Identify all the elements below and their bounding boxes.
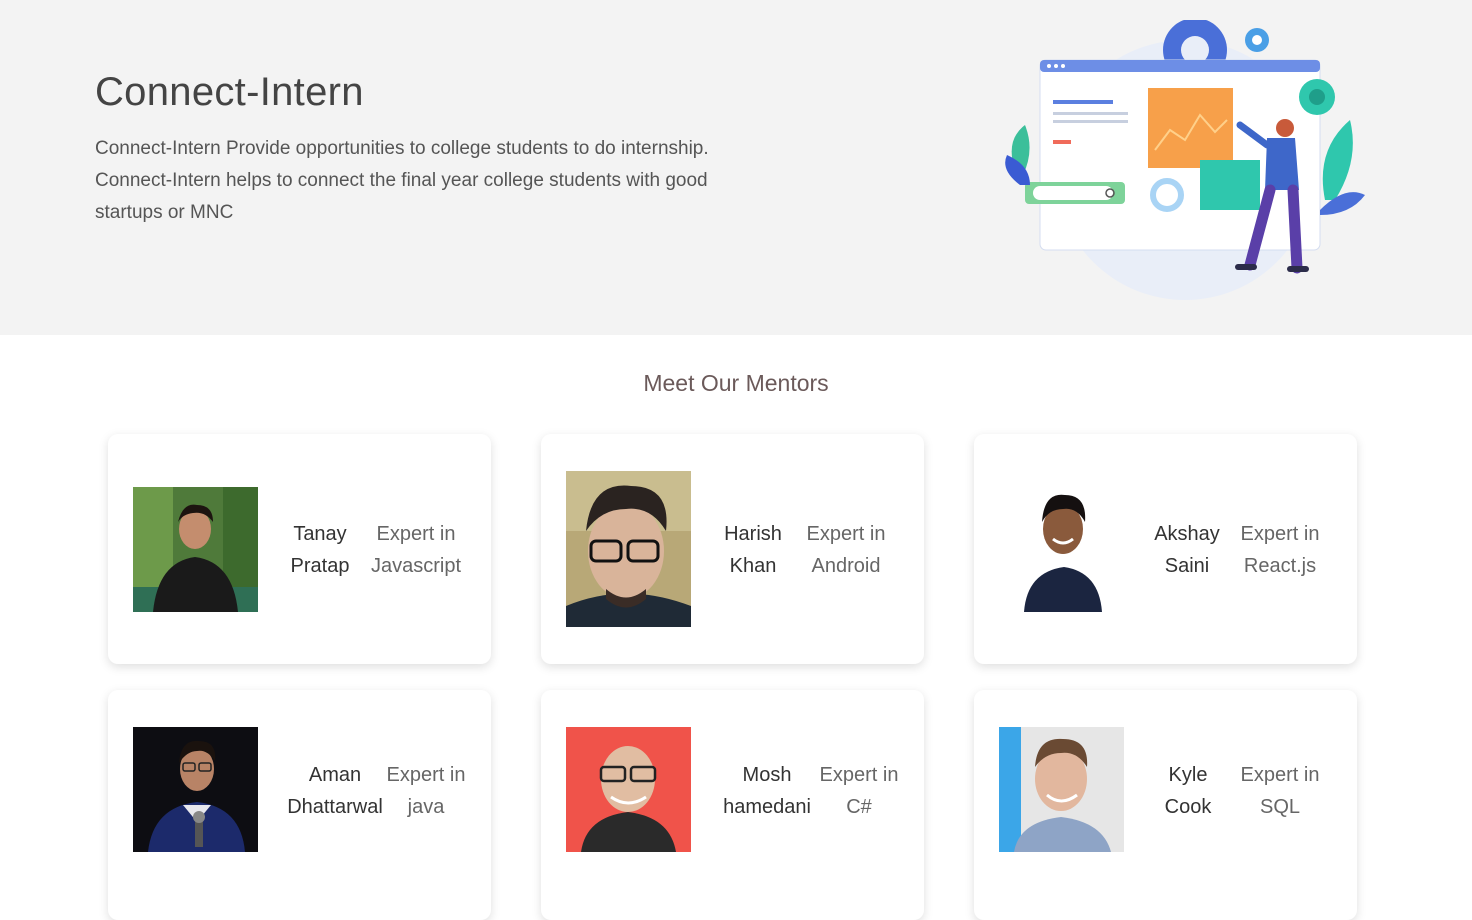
mentor-expertise-block: Expert in C# [804,759,914,823]
mentor-photo [566,727,691,852]
mentor-expertise-block: Expert in java [372,759,480,823]
hero-title: Connect-Intern [95,70,364,114]
mentor-expertise-block: Expert in React.js [1225,518,1335,582]
mentor-photo [133,727,258,852]
mentor-expertise-label: Expert in [819,764,899,786]
mentor-expertise-label: Expert in [386,764,466,786]
mentor-photo [566,471,691,627]
mentor-expertise: Android [811,555,881,577]
mentor-expertise: React.js [1243,555,1317,577]
mentor-photo [999,487,1124,612]
mentor-expertise-block: Expert in SQL [1225,759,1335,823]
mentor-card[interactable]: Kyle Cook Expert in SQL [974,690,1357,920]
mentor-expertise: C# [846,796,872,818]
mentors-section-title: Meet Our Mentors [643,370,829,396]
mentor-expertise-label: Expert in [1240,523,1320,545]
hero-section: Connect-Intern Connect-Intern Provide op… [0,0,1472,335]
mentor-expertise-block: Expert in Javascript [361,518,471,582]
mentor-card[interactable]: Mosh hamedani Expert in C# [541,690,924,920]
mentor-expertise: java [407,796,445,818]
mentor-photo [133,487,258,612]
mentor-card[interactable]: Akshay Saini Expert in React.js [974,434,1357,664]
hero-description: Connect-Intern Provide opportunities to … [95,138,709,223]
mentor-expertise-label: Expert in [376,523,456,545]
mentor-name: Harish Khan [724,523,782,577]
mentor-name: Kyle Cook [1164,764,1212,818]
mentor-card[interactable]: Tanay Pratap Expert in Javascript [108,434,491,664]
mentor-expertise-label: Expert in [806,523,886,545]
mentor-card[interactable]: Aman Dhattarwal Expert in java [108,690,491,920]
mentor-expertise: SQL [1259,796,1301,818]
mentor-card[interactable]: Harish Khan Expert in Android [541,434,924,664]
mentor-name: Tanay Pratap [290,523,350,577]
mentor-name: Akshay Saini [1154,523,1220,577]
mentor-expertise-label: Expert in [1240,764,1320,786]
mentor-expertise-block: Expert in Android [791,518,901,582]
hero-illustration [1005,20,1365,300]
mentor-photo [999,727,1124,852]
mentor-expertise: Javascript [370,555,462,577]
